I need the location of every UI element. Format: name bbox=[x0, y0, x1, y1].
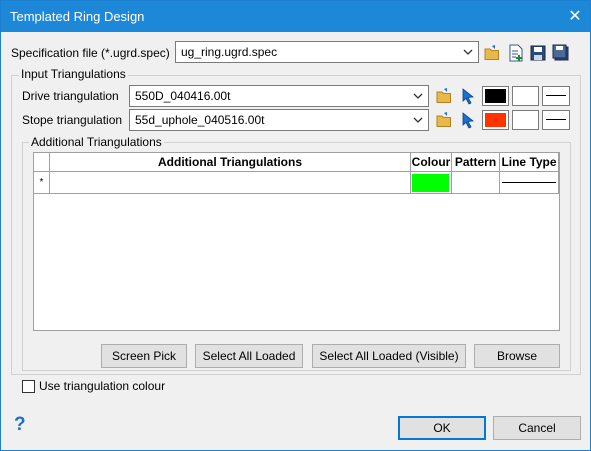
title-bar: Templated Ring Design ✕ bbox=[1, 1, 590, 32]
table-header-row: Additional Triangulations Colour Pattern… bbox=[33, 152, 559, 172]
close-icon[interactable]: ✕ bbox=[560, 1, 590, 32]
stope-linetype-swatch[interactable] bbox=[542, 110, 570, 130]
linetype-solid-line bbox=[546, 119, 566, 120]
save-icon[interactable] bbox=[529, 44, 547, 62]
pattern-cell[interactable] bbox=[451, 171, 500, 194]
open-folder-icon[interactable] bbox=[436, 87, 454, 105]
drive-triangulation-combo[interactable]: 550D_040416.00t bbox=[129, 85, 429, 107]
stope-triangulation-label: Stope triangulation bbox=[22, 113, 123, 127]
stope-colour-fill bbox=[485, 113, 506, 127]
stope-triangulation-value: 55d_uphole_040516.00t bbox=[135, 113, 265, 127]
browse-button[interactable]: Browse bbox=[474, 344, 560, 368]
triangulation-cell[interactable] bbox=[49, 171, 411, 194]
stope-triangulation-combo[interactable]: 55d_uphole_040516.00t bbox=[129, 109, 429, 131]
spec-file-combo[interactable]: ug_ring.ugrd.spec bbox=[175, 41, 479, 63]
pick-cursor-icon[interactable] bbox=[459, 111, 477, 129]
screen-pick-button[interactable]: Screen Pick bbox=[101, 344, 187, 368]
open-folder-icon[interactable] bbox=[436, 111, 454, 129]
drive-linetype-swatch[interactable] bbox=[542, 86, 570, 106]
column-header-pattern[interactable]: Pattern bbox=[451, 152, 500, 172]
spec-file-value: ug_ring.ugrd.spec bbox=[181, 45, 278, 59]
select-all-loaded-button[interactable]: Select All Loaded bbox=[195, 344, 303, 368]
drive-colour-swatch[interactable] bbox=[482, 86, 509, 106]
drive-pattern-swatch[interactable] bbox=[512, 86, 539, 106]
additional-triangulations-legend: Additional Triangulations bbox=[29, 135, 164, 149]
linetype-solid-line bbox=[502, 182, 556, 183]
additional-triangulations-table: Additional Triangulations Colour Pattern… bbox=[33, 152, 559, 194]
pick-cursor-icon[interactable] bbox=[459, 87, 477, 105]
stope-pattern-swatch[interactable] bbox=[512, 110, 539, 130]
new-file-icon[interactable] bbox=[507, 44, 525, 62]
chevron-down-icon bbox=[413, 117, 423, 123]
column-header-triangulation[interactable]: Additional Triangulations bbox=[49, 152, 411, 172]
row-header-corner bbox=[33, 152, 50, 172]
use-triangulation-colour-checkbox[interactable] bbox=[22, 380, 35, 393]
table-row[interactable]: * bbox=[33, 171, 559, 194]
colour-cell[interactable] bbox=[410, 171, 452, 194]
chevron-down-icon bbox=[463, 49, 473, 55]
colour-cell-fill bbox=[412, 173, 449, 192]
spec-file-label: Specification file (*.ugrd.spec) bbox=[11, 46, 170, 60]
templated-ring-design-dialog: Templated Ring Design ✕ Specification fi… bbox=[0, 0, 591, 451]
drive-triangulation-label: Drive triangulation bbox=[22, 89, 119, 103]
chevron-down-icon bbox=[413, 93, 423, 99]
drive-colour-fill bbox=[485, 89, 506, 103]
column-header-line-type[interactable]: Line Type bbox=[499, 152, 559, 172]
drive-triangulation-value: 550D_040416.00t bbox=[135, 89, 231, 103]
open-folder-icon[interactable] bbox=[484, 44, 502, 62]
line-type-cell[interactable] bbox=[499, 171, 559, 194]
cancel-button[interactable]: Cancel bbox=[493, 416, 581, 440]
new-row-marker: * bbox=[33, 171, 50, 194]
linetype-solid-line bbox=[546, 95, 566, 96]
help-icon[interactable]: ? bbox=[14, 414, 26, 436]
input-triangulations-legend: Input Triangulations bbox=[19, 67, 128, 81]
ok-button[interactable]: OK bbox=[398, 416, 486, 440]
select-all-loaded-visible-button[interactable]: Select All Loaded (Visible) bbox=[312, 344, 466, 368]
save-as-icon[interactable] bbox=[552, 44, 570, 62]
column-header-colour[interactable]: Colour bbox=[410, 152, 452, 172]
stope-colour-swatch[interactable] bbox=[482, 110, 509, 130]
window-title: Templated Ring Design bbox=[10, 9, 145, 24]
use-triangulation-colour-label[interactable]: Use triangulation colour bbox=[39, 379, 165, 393]
